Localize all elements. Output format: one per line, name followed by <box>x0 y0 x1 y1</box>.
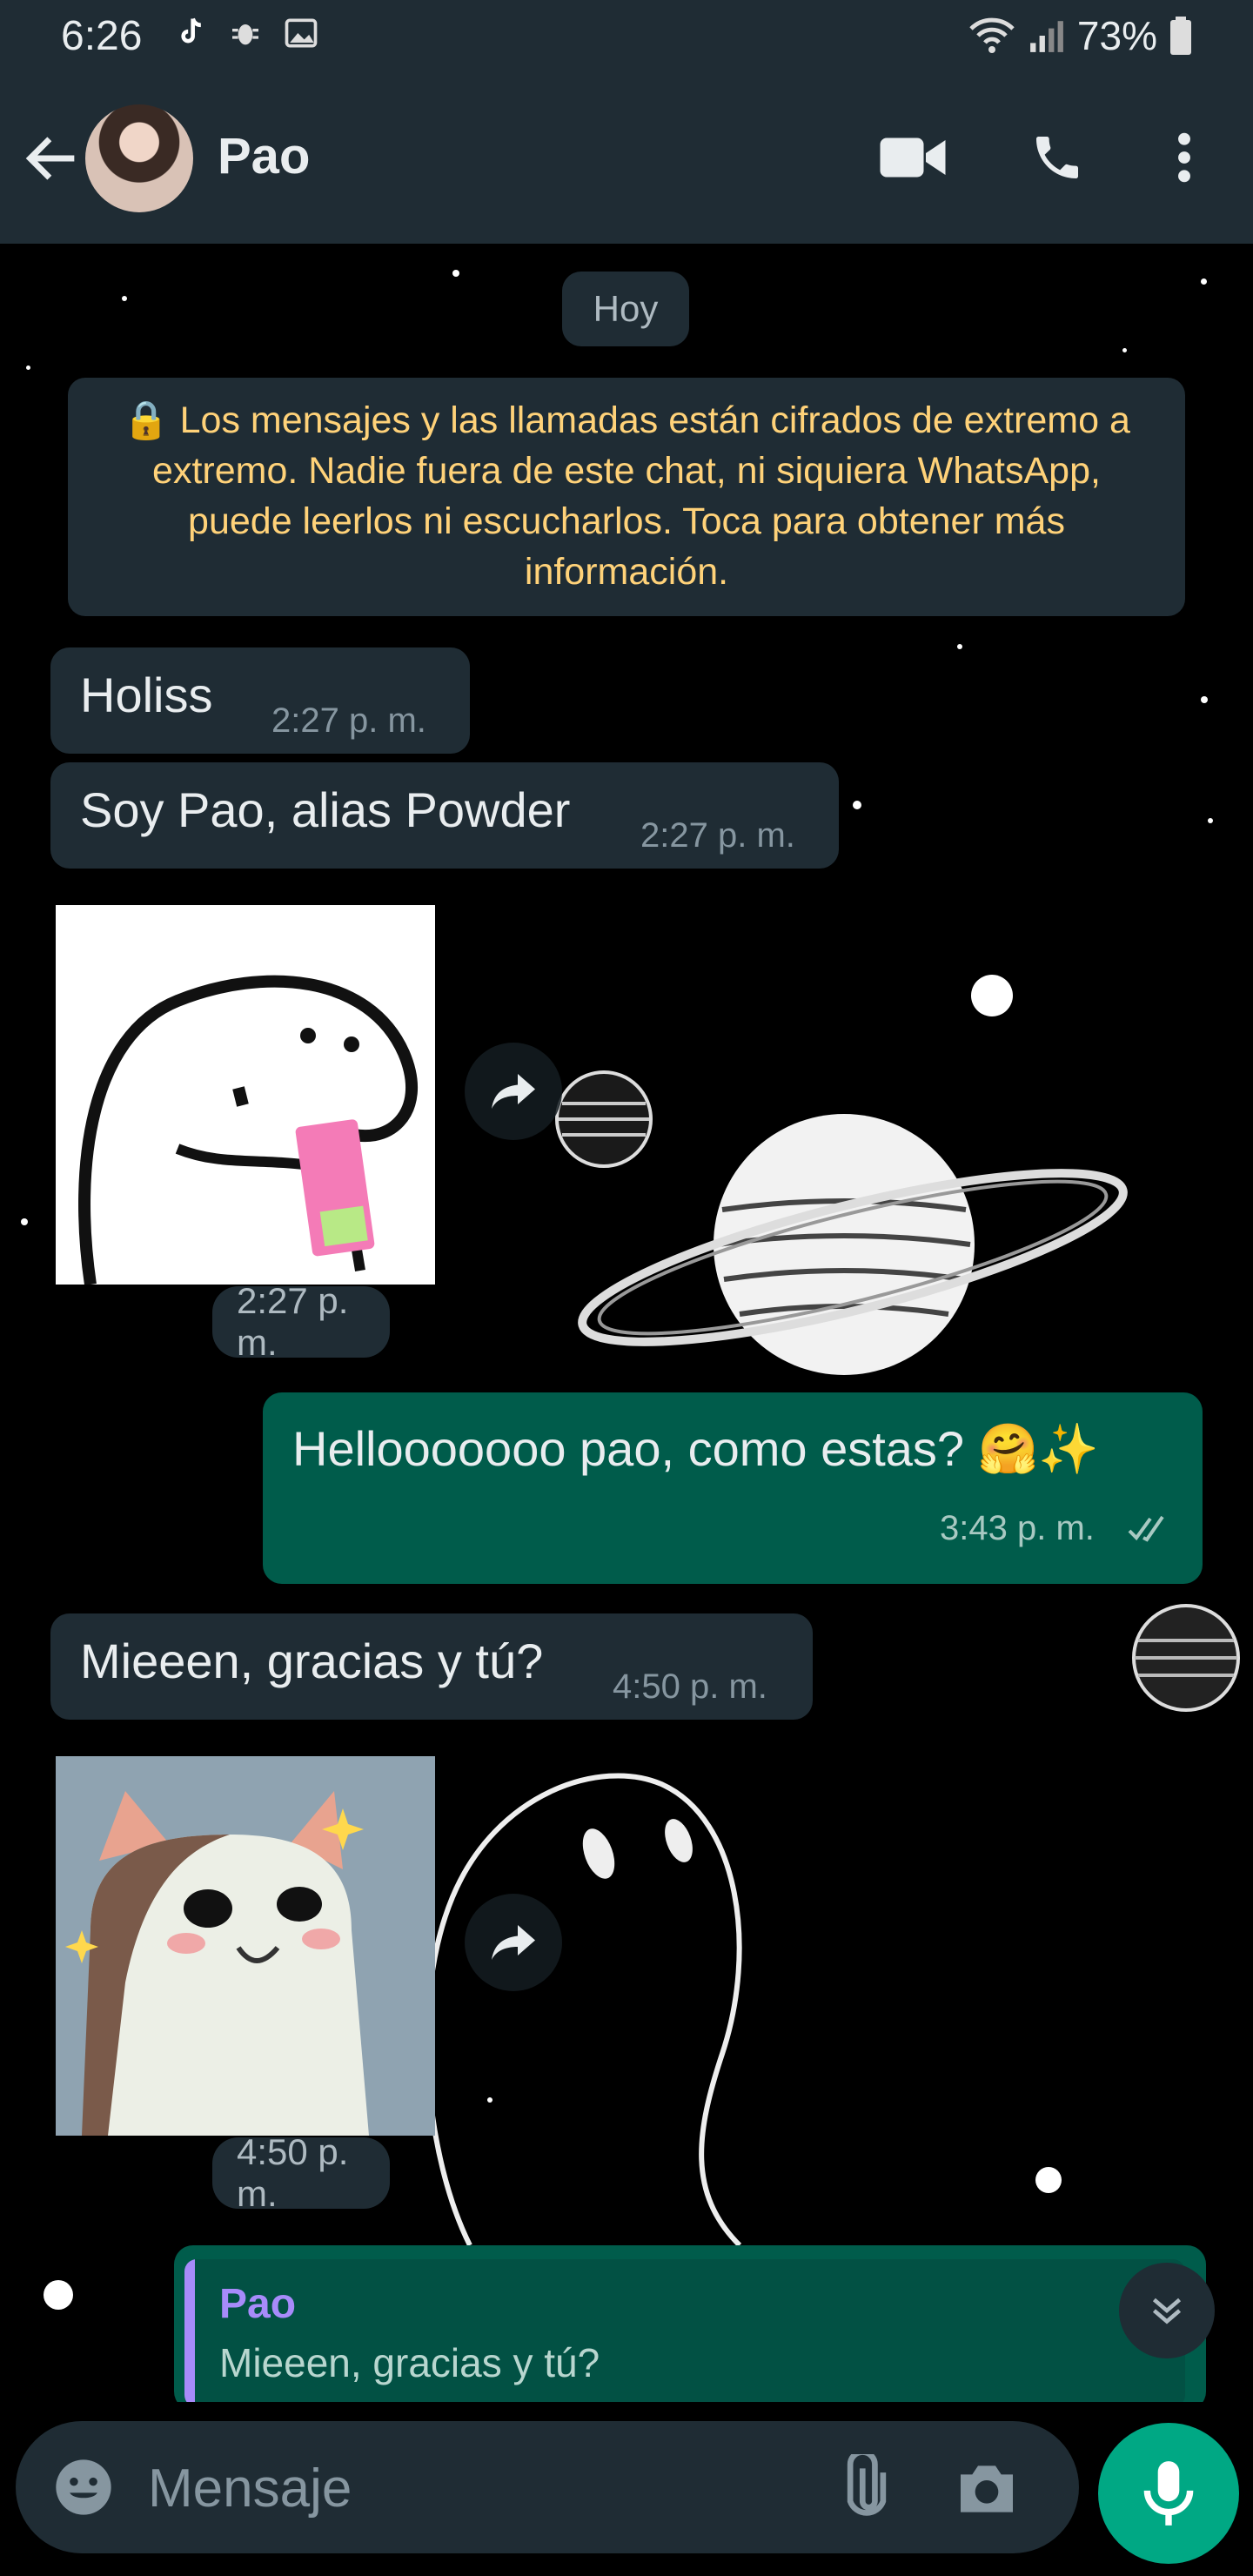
message-input[interactable] <box>146 2447 811 2529</box>
message-time: 4:50 p. m. <box>613 1667 767 1706</box>
message-bubble-outgoing[interactable]: Hellooooooo pao, como estas? 🤗✨ 3:43 p. … <box>263 1392 1203 1584</box>
quoted-reply-bubble[interactable]: Pao Mieeen, gracias y tú? <box>174 2245 1206 2402</box>
contact-name[interactable]: Pao <box>218 127 310 185</box>
flork-sticker <box>78 975 419 1285</box>
wifi-icon <box>969 17 1015 53</box>
signal-icon <box>1030 21 1063 52</box>
status-time: 6:26 <box>61 13 143 59</box>
battery-icon <box>1170 17 1191 55</box>
attach-icon <box>847 2449 887 2516</box>
quote-bar <box>184 2259 195 2402</box>
forward-button[interactable] <box>465 1894 562 1991</box>
mic-icon <box>1143 2461 1194 2526</box>
camera-button[interactable] <box>952 2454 1022 2524</box>
sticker-message[interactable] <box>56 1756 435 2136</box>
battery-percent: 73% <box>1076 13 1157 58</box>
saturn-planet-decor <box>578 1114 1128 1375</box>
more-options-icon <box>1178 132 1190 183</box>
right-planet-decor <box>1132 1604 1240 1712</box>
back-button[interactable] <box>19 125 85 191</box>
chat-header: Pao <box>0 73 1253 244</box>
message-time: 2:27 p. m. <box>271 701 426 740</box>
emoji-icon <box>56 2459 111 2515</box>
more-options-button[interactable] <box>1145 118 1223 197</box>
emoji-button[interactable] <box>50 2454 117 2520</box>
video-call-button[interactable] <box>874 118 952 197</box>
sticker-message[interactable] <box>56 905 435 1285</box>
message-text: Hellooooooo pao, como estas? 🤗✨ <box>292 1421 1100 1476</box>
notification-icons <box>171 14 320 52</box>
voice-message-button[interactable] <box>1098 2423 1239 2564</box>
date-chip: Hoy <box>562 272 689 346</box>
scroll-down-icon <box>1152 2298 1182 2324</box>
message-time: 3:43 p. m. <box>940 1509 1095 1547</box>
message-bubble-incoming[interactable]: Mieeen, gracias y tú? 4:50 p. m. <box>50 1613 813 1720</box>
message-bubble-incoming[interactable]: Holiss 2:27 p. m. <box>50 647 470 754</box>
forward-icon <box>492 1074 535 1109</box>
status-bar: 6:26 73% <box>0 0 1253 73</box>
bug-icon <box>232 24 258 45</box>
quoted-sender: Pao <box>219 2281 297 2327</box>
composer-bar <box>0 2402 1253 2576</box>
back-arrow-icon <box>25 137 75 180</box>
gallery-icon <box>285 18 318 48</box>
status-right: 73% <box>968 12 1192 59</box>
avatar[interactable] <box>85 104 193 212</box>
voice-call-button[interactable] <box>1018 118 1096 197</box>
quoted-message[interactable]: Pao Mieeen, gracias y tú? <box>184 2259 1185 2402</box>
voice-call-icon <box>1036 137 1078 178</box>
scroll-down-button[interactable] <box>1119 2263 1215 2358</box>
message-text: Soy Pao, alias Powder <box>80 782 571 837</box>
message-input-container[interactable] <box>16 2421 1079 2553</box>
pop-cat-sticker <box>65 1791 369 2136</box>
small-planet-decor <box>555 1070 653 1168</box>
video-call-icon <box>880 138 946 178</box>
message-text: Mieeen, gracias y tú? <box>80 1633 544 1688</box>
encryption-notice[interactable]: 🔒 Los mensajes y las llamadas están cifr… <box>68 378 1185 616</box>
message-text: Holiss <box>80 667 213 722</box>
sticker-time: 4:50 p. m. <box>212 2131 390 2214</box>
tiktok-icon <box>181 17 201 44</box>
double-check-icon <box>1128 1515 1164 1542</box>
attach-button[interactable] <box>832 2449 901 2524</box>
forward-button[interactable] <box>465 1043 562 1140</box>
sticker-time: 2:27 p. m. <box>212 1280 390 1363</box>
camera-icon <box>961 2465 1013 2512</box>
forward-icon <box>492 1925 535 1960</box>
message-bubble-incoming[interactable]: Soy Pao, alias Powder 2:27 p. m. <box>50 762 839 869</box>
message-time: 2:27 p. m. <box>640 816 795 855</box>
quoted-text: Mieeen, gracias y tú? <box>219 2340 600 2385</box>
chat-area[interactable]: Hoy 🔒 Los mensajes y las llamadas están … <box>0 244 1253 2402</box>
